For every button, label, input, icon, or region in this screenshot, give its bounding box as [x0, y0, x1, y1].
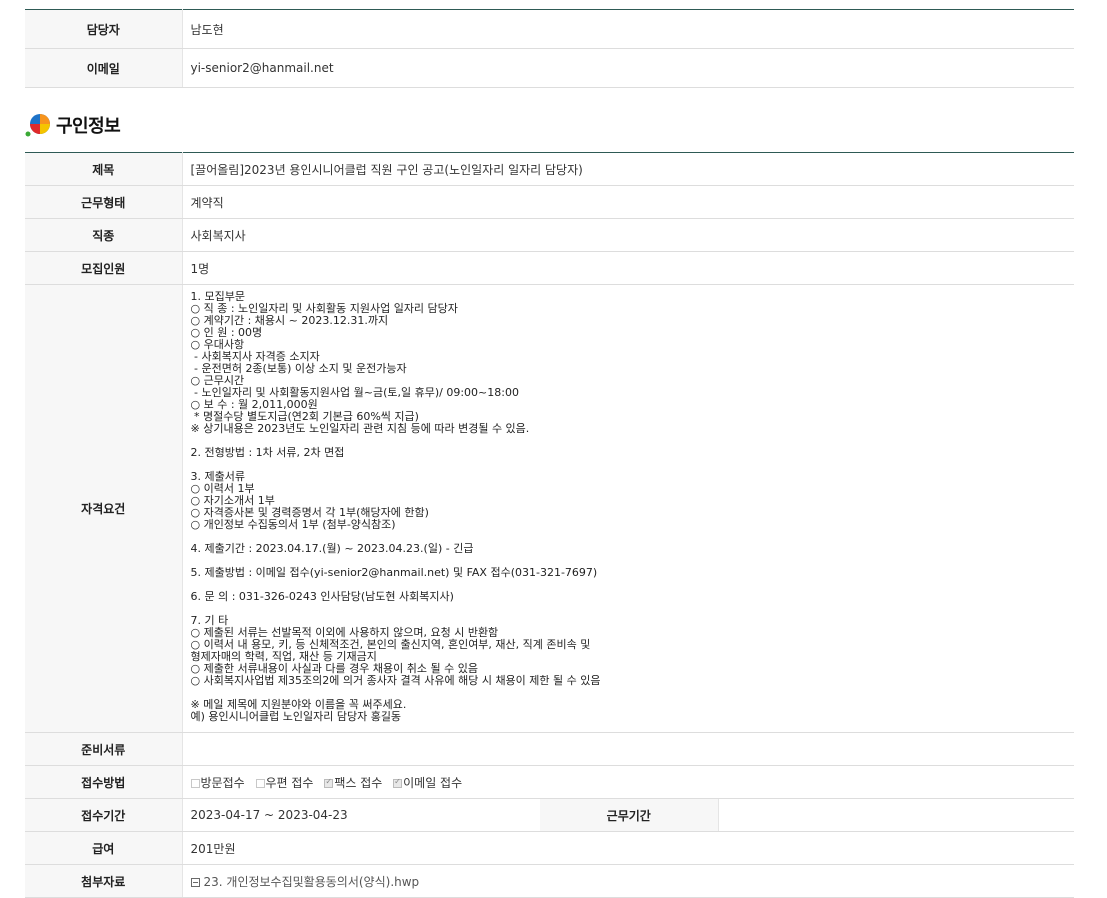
attachment-link[interactable]: 23. 개인정보수집및활용동의서(양식).hwp [204, 875, 420, 889]
worktype-label: 근무형태 [25, 185, 183, 219]
colorful-circle-logo-icon [25, 113, 51, 137]
headcount-value: 1명 [182, 251, 1074, 285]
req-line: ○ 이력서 1부 [190, 482, 255, 495]
table-row: 근무형태 계약직 [25, 185, 1074, 219]
table-row: 모집인원 1명 [25, 251, 1074, 285]
table-row: 이메일 yi-senior2@hanmail.net [25, 48, 1074, 88]
table-row: 급여 201만원 [25, 831, 1074, 865]
table-row: 접수기간 2023-04-17 ~ 2023-04-23 근무기간 [25, 798, 1074, 832]
section-header: 구인정보 [25, 112, 121, 138]
req-line: ○ 개인정보 수집동의서 1부 (첨부-양식참조) [190, 518, 396, 531]
req-line: 5. 제출방법 : 이메일 접수(yi-senior2@hanmail.net)… [190, 566, 598, 579]
title-value: [끌어올림]2023년 용인시니어클럽 직원 구인 공고(노인일자리 일자리 담… [182, 152, 1074, 186]
table-row: 제목 [끌어올림]2023년 용인시니어클럽 직원 구인 공고(노인일자리 일자… [25, 152, 1074, 186]
checkbox-checked-icon [324, 777, 334, 788]
method-visit-option: 방문접수 [190, 776, 245, 790]
worktype-value: 계약직 [182, 185, 1074, 219]
attachment-cell: 23. 개인정보수집및활용동의서(양식).hwp [182, 864, 1074, 898]
req-line: ○ 사회복지사업법 제35조의2에 의거 종사자 결격 사유에 해당 시 채용이… [190, 674, 601, 687]
method-mail-option: 우편 접수 [255, 776, 313, 790]
method-fax-option: 팩스 접수 [324, 776, 382, 790]
period-value: 2023-04-17 ~ 2023-04-23 [182, 798, 540, 832]
method-label: 접수방법 [25, 765, 183, 799]
requirements-body: 1. 모집부문 ○ 직 종 : 노인일자리 및 사회활동 지원사업 일자리 담당… [182, 284, 1075, 733]
docs-value [182, 732, 1074, 766]
table-row: 준비서류 [25, 732, 1074, 766]
title-label: 제목 [25, 152, 183, 186]
req-line [191, 459, 1075, 471]
job-info-table: 제목 [끌어올림]2023년 용인시니어클럽 직원 구인 공고(노인일자리 일자… [25, 152, 1074, 898]
table-row: 자격요건 1. 모집부문 ○ 직 종 : 노인일자리 및 사회활동 지원사업 일… [25, 284, 1075, 733]
req-line: 3. 제출서류 [190, 470, 245, 483]
salary-value: 201만원 [182, 831, 1074, 865]
req-line: ○ 인 원 : 00명 [190, 326, 263, 339]
checkbox-checked-icon [393, 777, 403, 788]
manager-value: 남도현 [182, 9, 1074, 49]
req-line: - 노인일자리 및 사회활동지원사업 월~금(토,일 휴무)/ 09:00~18… [190, 386, 519, 399]
req-line: 6. 문 의 : 031-326-0243 인사담당(남도현 사회복지사) [190, 590, 454, 603]
table-row: 첨부자료 23. 개인정보수집및활용동의서(양식).hwp [25, 864, 1074, 898]
req-line: ○ 계약기간 : 채용시 ~ 2023.12.31.까지 [190, 314, 389, 327]
req-line: 예) 용인시니어클럽 노인일자리 담당자 홍길동 [190, 710, 402, 723]
method-options: 방문접수 우편 접수 팩스 접수 이메일 접수 [182, 765, 1074, 799]
docs-label: 준비서류 [25, 732, 183, 766]
workperiod-value [718, 798, 1074, 832]
req-line: 2. 전형방법 : 1차 서류, 2차 면접 [190, 446, 345, 459]
method-email-option: 이메일 접수 [393, 776, 462, 790]
checkbox-icon [255, 778, 265, 788]
email-value: yi-senior2@hanmail.net [182, 48, 1074, 88]
requirements-label: 자격요건 [25, 284, 183, 733]
job-label: 직종 [25, 218, 183, 252]
salary-label: 급여 [25, 831, 183, 865]
headcount-label: 모집인원 [25, 251, 183, 285]
req-line: - 운전면허 2종(보통) 이상 소지 및 운전가능자 [190, 362, 407, 375]
manager-label: 담당자 [25, 9, 183, 49]
table-row: 직종 사회복지사 [25, 218, 1074, 252]
job-value: 사회복지사 [182, 218, 1074, 252]
period-label: 접수기간 [25, 798, 183, 832]
workperiod-label: 근무기간 [540, 798, 719, 832]
contact-table: 담당자 남도현 이메일 yi-senior2@hanmail.net [25, 9, 1074, 88]
req-line: 4. 제출기간 : 2023.04.17.(월) ~ 2023.04.23.(일… [190, 542, 474, 555]
checkbox-icon [190, 778, 200, 788]
attachment-label: 첨부자료 [25, 864, 183, 898]
req-line [191, 603, 1075, 615]
table-row: 담당자 남도현 [25, 9, 1074, 49]
req-line: ○ 우대사항 [190, 338, 245, 351]
email-label: 이메일 [25, 48, 183, 88]
file-attachment-icon [190, 877, 200, 887]
table-row: 접수방법 방문접수 우편 접수 팩스 접수 이메일 접수 [25, 765, 1074, 799]
req-line: ※ 상기내용은 2023년도 노인일자리 관련 지침 등에 따라 변경될 수 있… [190, 422, 530, 435]
section-title: 구인정보 [56, 116, 121, 137]
